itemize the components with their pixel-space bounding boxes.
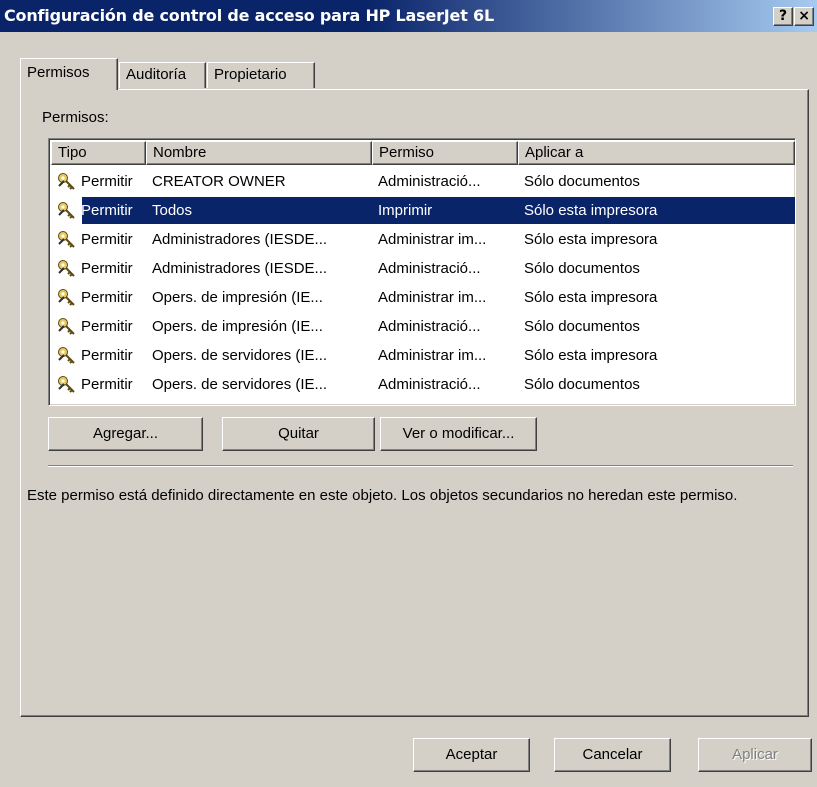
cell-permiso: Administrar im... [378,289,487,306]
cell-aplicar: Sólo esta impresora [524,347,658,364]
tab-auditoria[interactable]: Auditoría [119,62,206,88]
cell-permiso: Administrar im... [378,231,487,248]
ok-button[interactable]: Aceptar [413,738,530,772]
table-row[interactable]: Permitir Todos Imprimir Sólo esta impresora [51,196,795,225]
cell-tipo: Permitir [81,376,133,393]
close-button[interactable]: × [794,7,814,26]
title-bar: Configuración de control de acceso para … [0,0,817,32]
key-icon [57,346,77,366]
cell-nombre: Todos [152,202,193,219]
cell-permiso: Administració... [378,318,481,335]
table-row[interactable]: Permitir CREATOR OWNER Administració... Sól… [51,167,795,196]
table-row[interactable]: Permitir Opers. de impresión (IE... Admini… [51,312,795,341]
cell-tipo: Permitir [81,260,133,277]
cell-aplicar: Sólo documentos [524,260,640,277]
cell-aplicar: Sólo esta impresora [524,202,658,219]
cell-nombre: Opers. de servidores (IE... [152,347,328,364]
cell-nombre: Administradores (IESDE... [152,260,328,277]
tab-permisos[interactable]: Permisos [20,58,118,90]
table-row[interactable]: Permitir Administradores (IESDE... Adminis… [51,254,795,283]
cell-aplicar: Sólo esta impresora [524,289,658,306]
cell-tipo: Permitir [81,202,133,219]
cell-nombre: Administradores (IESDE... [152,231,328,248]
cell-nombre: CREATOR OWNER [152,173,286,190]
apply-button[interactable]: Aplicar [698,738,812,772]
cell-tipo: Permitir [81,289,133,306]
cell-permiso: Administració... [378,376,481,393]
cancel-button[interactable]: Cancelar [554,738,671,772]
table-row[interactable]: Permitir Opers. de impresión (IE... Admini… [51,283,795,312]
key-icon [57,230,77,250]
cell-permiso: Administrar im... [378,347,487,364]
remove-button[interactable]: Quitar [222,417,375,451]
tab-panel-permisos: Permisos: Tipo Nombre Permiso Aplicar a … [20,89,809,717]
add-button[interactable]: Agregar... [48,417,203,451]
cell-nombre: Opers. de impresión (IE... [152,289,323,306]
column-header-permiso[interactable]: Permiso [372,141,518,165]
key-icon [57,317,77,337]
permission-description: Este permiso está definido directamente … [27,487,738,504]
window-title: Configuración de control de acceso para … [4,6,494,25]
cell-aplicar: Sólo documentos [524,318,640,335]
tab-propietario[interactable]: Propietario [207,62,315,88]
table-row[interactable]: Permitir Opers. de servidores (IE... Admin… [51,370,795,399]
cell-nombre: Opers. de impresión (IE... [152,318,323,335]
key-icon [57,375,77,395]
key-icon [57,288,77,308]
list-header: Tipo Nombre Permiso Aplicar a [51,141,795,165]
cell-permiso: Administració... [378,173,481,190]
cell-aplicar: Sólo documentos [524,376,640,393]
cell-tipo: Permitir [81,347,133,364]
key-icon [57,201,77,221]
view-edit-button[interactable]: Ver o modificar... [380,417,537,451]
cell-tipo: Permitir [81,231,133,248]
cell-aplicar: Sólo documentos [524,173,640,190]
cell-permiso: Imprimir [378,202,433,219]
cell-aplicar: Sólo esta impresora [524,231,658,248]
key-icon [57,172,77,192]
cell-tipo: Permitir [81,173,133,190]
column-header-aplicar[interactable]: Aplicar a [518,141,795,165]
table-row[interactable]: Permitir Opers. de servidores (IE... Admin… [51,341,795,370]
column-header-tipo[interactable]: Tipo [51,141,146,165]
cell-nombre: Opers. de servidores (IE... [152,376,328,393]
key-icon [57,259,77,279]
permissions-label: Permisos: [42,109,109,126]
help-button[interactable]: ? [773,7,793,26]
cell-tipo: Permitir [81,318,133,335]
table-row[interactable]: Permitir Administradores (IESDE... Adminis… [51,225,795,254]
column-header-nombre[interactable]: Nombre [146,141,372,165]
separator [48,465,793,467]
cell-permiso: Administració... [378,260,481,277]
permissions-list[interactable]: Tipo Nombre Permiso Aplicar a Permitir CR… [48,138,796,406]
